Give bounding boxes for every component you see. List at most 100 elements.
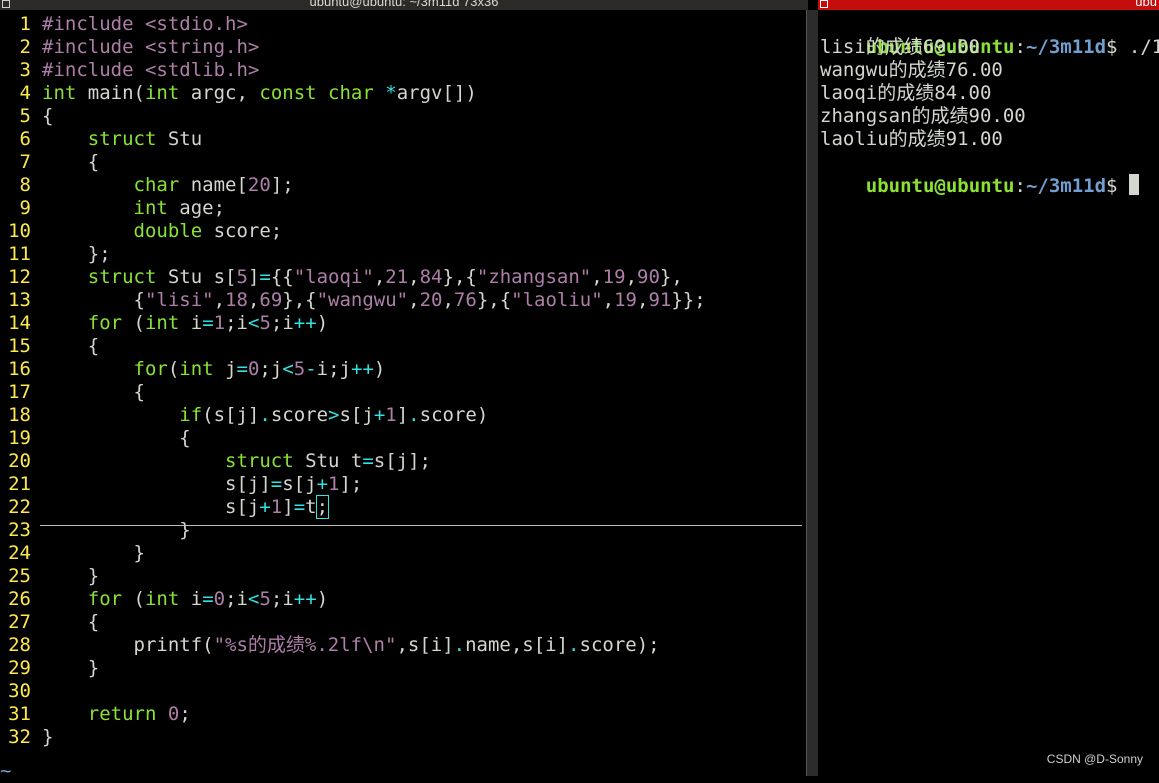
terminal-prompt-line[interactable]: ubuntu@ubuntu:~/3m11d$ (820, 151, 1139, 197)
code-token: { (42, 151, 100, 173)
code-text: int age; (42, 197, 226, 220)
editor-window-titlebar[interactable]: ubuntu@ubuntu: ~/3m11d 73x36 (0, 0, 808, 10)
line-number: 9 (19, 197, 31, 219)
code-token: } (42, 519, 191, 541)
code-token: ;i (270, 588, 294, 610)
code-token: char (133, 174, 180, 196)
terminal-window-titlebar[interactable]: ubu (818, 0, 1159, 10)
code-text: } (42, 565, 99, 588)
code-token: for (87, 588, 123, 610)
code-token: int (144, 588, 180, 610)
line-number: 26 (8, 588, 31, 610)
code-text: { (42, 427, 191, 450)
code-token: 91 (648, 289, 672, 311)
code-token: return (87, 703, 157, 725)
line-number: 16 (8, 358, 31, 380)
code-token: "lisi" (144, 289, 214, 311)
code-token: i (179, 588, 203, 610)
code-token: { (42, 335, 100, 357)
prompt-dollar: $ (1106, 36, 1118, 58)
code-token: for (133, 358, 168, 380)
code-token: , (408, 289, 420, 311)
code-text: } (42, 726, 53, 749)
terminal-pane[interactable]: ubuntu@ubuntu:~/3m11d$ ./1 lisi的成绩69.00 … (818, 10, 1159, 776)
code-token: * (385, 82, 397, 104)
code-token: 1 (213, 312, 226, 334)
code-token: {{ (270, 266, 294, 288)
prompt-separator: : (1014, 175, 1026, 197)
code-text: for(int j=0;j<5-i;j++) (42, 358, 386, 381)
code-token: , (213, 289, 226, 311)
code-token: #include (42, 59, 134, 81)
code-token: } (42, 565, 100, 587)
code-token: Stu s[ (156, 266, 237, 288)
code-token: ;i (270, 312, 294, 334)
code-text: { (42, 151, 99, 174)
code-token: ,s[i] (396, 634, 454, 656)
cursor-line-underline (40, 525, 802, 526)
code-token: s[j (339, 404, 374, 426)
code-text: {"lisi",18,69},{"wangwu",20,76},{"laoliu… (42, 289, 706, 312)
code-token: 1 (328, 473, 340, 495)
line-number: 19 (8, 427, 31, 449)
code-text: double score; (42, 220, 283, 243)
code-token: = (236, 358, 248, 380)
text-cursor: ; (315, 495, 330, 519)
line-number: 10 (8, 220, 31, 242)
code-token: argc, (179, 82, 260, 104)
code-token: struct (87, 266, 157, 288)
terminal-output-line: laoliu的成绩91.00 (820, 128, 1003, 150)
code-token: char (328, 82, 374, 104)
vim-editor[interactable]: 1 #include <stdio.h> 2 #include <string.h> 3… (0, 10, 806, 782)
code-token: name[ (179, 174, 248, 196)
code-token: ] (396, 404, 409, 426)
code-token: 5 (236, 266, 248, 288)
code-token: < (282, 358, 294, 380)
code-token: ]; (270, 174, 294, 196)
code-token: <stdio.h> (144, 13, 248, 35)
code-token: < (248, 312, 260, 334)
code-token: }}; (671, 289, 706, 311)
line-number: 12 (8, 266, 31, 288)
code-token: 1 (385, 404, 397, 426)
code-token: s[j] (42, 473, 271, 495)
code-text: struct Stu t=s[j]; (42, 450, 431, 473)
prompt-user: ubuntu@ubuntu (865, 175, 1015, 197)
code-token: double (133, 220, 203, 242)
code-token: age; (167, 197, 226, 219)
code-token: (s[j] (202, 404, 260, 426)
code-text: } (42, 657, 99, 680)
code-token: { (42, 381, 145, 403)
code-token: 20 (419, 289, 443, 311)
terminal-window-icon (820, 0, 828, 8)
code-token: }, (659, 266, 683, 288)
window-divider-scrollbar[interactable] (806, 10, 818, 776)
code-token: { (42, 427, 191, 449)
prompt-separator: : (1014, 36, 1026, 58)
code-token: score; (202, 220, 283, 242)
line-number: 22 (8, 496, 31, 518)
line-number: 14 (8, 312, 31, 334)
code-token: = (259, 266, 271, 288)
code-text: } (42, 519, 191, 542)
code-token: { (42, 289, 145, 311)
code-token: - (305, 358, 317, 380)
line-number: 23 (8, 519, 31, 541)
code-token: s[j (42, 496, 260, 518)
code-token: ]; (339, 473, 363, 495)
terminal-output-line: zhangsan的成绩90.00 (820, 105, 1026, 127)
code-token: 0 (213, 588, 226, 610)
code-token: + (373, 404, 386, 426)
code-token: }; (42, 243, 111, 265)
code-token: int (42, 82, 77, 104)
code-text: #include <stdio.h> (42, 13, 248, 36)
code-token: s[j]; (373, 450, 431, 472)
code-token: = (270, 473, 283, 495)
